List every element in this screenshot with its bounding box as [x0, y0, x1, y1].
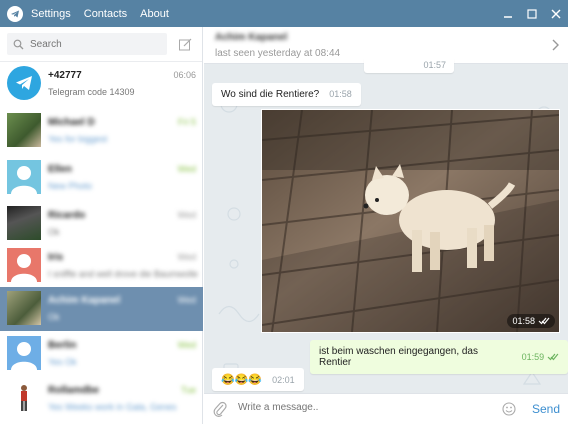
dialog-item[interactable]: Rollamdbe Tue Yes Weeks work in Gala, Ge…: [0, 377, 203, 421]
dialog-time: Wed: [177, 295, 196, 305]
menu-about[interactable]: About: [140, 8, 169, 20]
title-bar: Settings Contacts About: [0, 0, 568, 27]
dialog-preview: Yes for biggest: [48, 134, 108, 144]
message-bubble-incoming: 😂😂😂 02:01: [212, 368, 304, 391]
message-text: 😂😂😂: [221, 374, 263, 386]
message-bubble-incoming: Wo sind die Rentiere? 01:58: [212, 83, 361, 106]
dialog-item[interactable]: Berlin Wed Yes Ok: [0, 332, 203, 376]
dialog-preview: Ok: [48, 312, 60, 322]
message-time: 01:59: [521, 352, 545, 362]
dialog-item[interactable]: Ricardo Wed Ok: [0, 202, 203, 246]
chevron-right-icon[interactable]: [552, 39, 560, 51]
user-placeholder-icon: [11, 166, 37, 194]
message-text: ist beim waschen eingegangen, das Rentie…: [319, 346, 478, 368]
avatar: [7, 291, 41, 325]
menu-contacts[interactable]: Contacts: [84, 8, 127, 20]
user-placeholder-icon: [11, 254, 37, 282]
search-icon: [13, 39, 24, 49]
search-row: [0, 27, 202, 62]
avatar: [7, 381, 41, 415]
minimize-icon[interactable]: [496, 0, 520, 27]
dialog-item[interactable]: Michael D Fri 5 Yes for biggest: [0, 109, 203, 153]
message-text: Wo sind die Rentiere?: [221, 89, 320, 100]
avatar: [7, 113, 41, 147]
maximize-icon[interactable]: [520, 0, 544, 27]
dialog-preview: Yes Weeks work in Gala, Genes: [48, 402, 177, 412]
compose-icon[interactable]: [179, 38, 192, 54]
dialog-name: Michael D: [48, 117, 95, 128]
message-input[interactable]: [238, 402, 478, 413]
dialog-item[interactable]: +42777 06:06 Telegram code 14309: [0, 62, 203, 106]
dialog-time: Wed: [177, 164, 196, 174]
chat-peer-status: last seen yesterday at 08:44: [215, 48, 341, 59]
dialog-name: Iris: [48, 252, 64, 263]
send-button[interactable]: Send: [532, 402, 560, 416]
dialog-time: Tue: [180, 385, 196, 395]
telegram-icon: [16, 76, 32, 90]
dialog-item[interactable]: Iris Wed I sniffle and well drove die Ba…: [0, 244, 203, 288]
avatar: [7, 336, 41, 370]
dog-photo[interactable]: [262, 110, 559, 332]
message-time: 02:01: [272, 374, 295, 385]
avatar: [7, 160, 41, 194]
message-time: 01:57: [423, 60, 446, 70]
emoji-icon[interactable]: [502, 402, 516, 416]
person-figure-icon: [21, 385, 27, 411]
message-time: 01:58: [329, 89, 352, 99]
dialog-name: +42777: [48, 70, 82, 81]
dialog-preview: Yes Ok: [48, 357, 77, 367]
menu-settings[interactable]: Settings: [31, 8, 71, 20]
dialog-preview: Telegram code 14309: [48, 87, 135, 97]
dialog-preview: Ok: [48, 227, 60, 237]
dialog-time: Fri 5: [178, 117, 196, 127]
dialog-time: Wed: [177, 340, 196, 350]
telegram-logo-icon: [7, 5, 23, 22]
dialogs-sidebar: +42777 06:06 Telegram code 14309 Michael…: [0, 27, 203, 424]
dialog-name: Berlin: [48, 340, 77, 351]
avatar: [7, 206, 41, 240]
close-icon[interactable]: [544, 0, 568, 27]
avatar: [7, 66, 41, 100]
photo-time: 01:58: [512, 316, 535, 326]
photo-message[interactable]: 01:58: [261, 109, 560, 333]
message-bubble-outgoing: ist beim waschen eingegangen, das Rentie…: [310, 340, 568, 374]
chat-peer-name: Achim Kapanel: [215, 32, 288, 43]
double-check-icon: [538, 317, 550, 325]
dialog-name: Ellen: [48, 164, 72, 175]
message-bubble-partial: 01:57: [364, 57, 454, 73]
dialog-name: Achim Kapanel: [48, 295, 121, 306]
avatar: [7, 248, 41, 282]
search-box[interactable]: [7, 33, 167, 55]
dialog-name: Rollamdbe: [48, 385, 100, 396]
dialog-item-active[interactable]: Achim Kapanel Wed Ok: [0, 287, 203, 331]
dialog-preview: I sniffle and well drove die Baumwolle: [48, 269, 198, 279]
dialog-time: Wed: [177, 252, 196, 262]
paperclip-icon[interactable]: [213, 401, 227, 417]
search-input[interactable]: [30, 38, 160, 50]
chat-panel: Achim Kapanel last seen yesterday at 08:…: [204, 27, 568, 424]
double-check-icon: [547, 353, 559, 361]
dialog-item[interactable]: Ellen Wed New Photo: [0, 156, 203, 200]
message-composer: Send: [204, 393, 568, 424]
user-placeholder-icon: [11, 342, 37, 370]
dialog-name: Ricardo: [48, 210, 86, 221]
photo-time-badge: 01:58: [507, 314, 555, 328]
dialog-time: Wed: [177, 210, 196, 220]
dialog-preview: New Photo: [48, 181, 93, 191]
dialog-time: 06:06: [173, 70, 196, 80]
